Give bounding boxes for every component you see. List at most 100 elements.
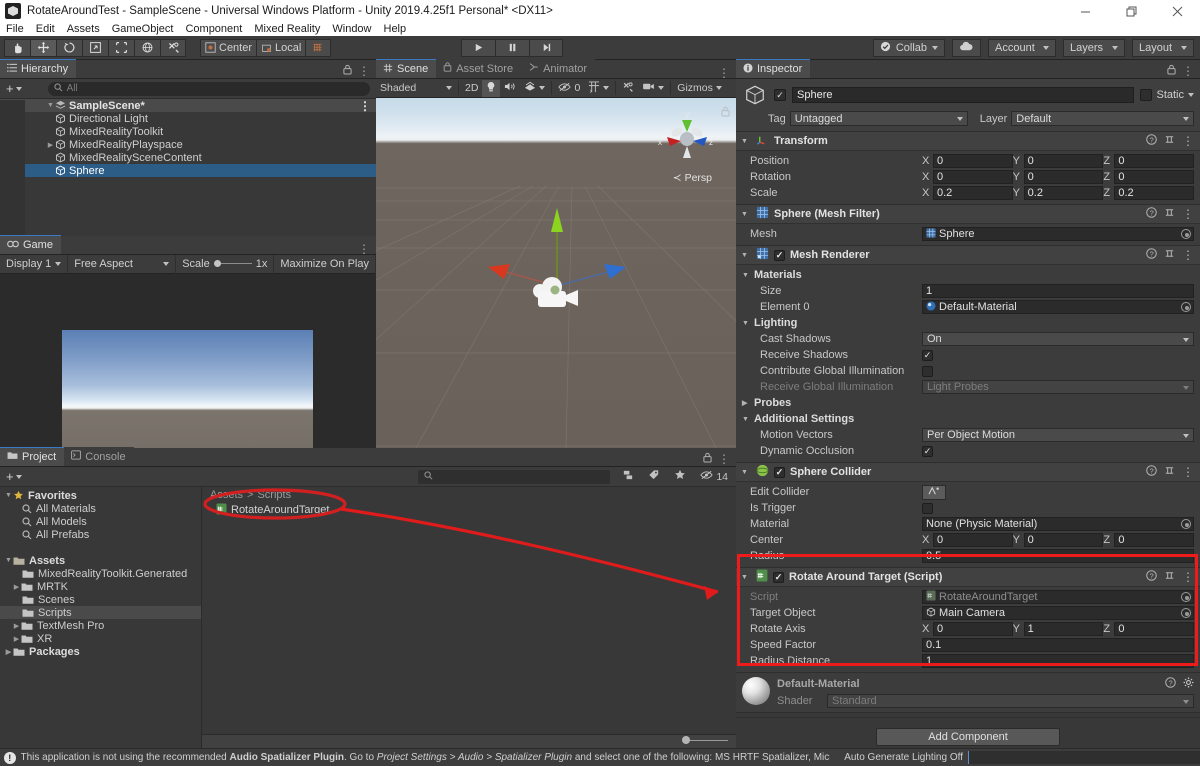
- materials-size-input[interactable]: 1: [922, 284, 1194, 298]
- chevron-down-icon[interactable]: ▼: [741, 252, 751, 259]
- position-y-input[interactable]: 0: [1023, 154, 1104, 168]
- account-button[interactable]: Account: [988, 38, 1056, 57]
- chevron-down-icon[interactable]: ▼: [742, 272, 752, 279]
- help-icon[interactable]: ?: [1146, 134, 1157, 148]
- scene-grid-visibility[interactable]: y: [584, 80, 613, 97]
- static-checkbox[interactable]: [1140, 89, 1153, 101]
- gizmos-button[interactable]: Gizmos: [673, 80, 726, 97]
- scene-camera-gizmo[interactable]: [528, 271, 588, 321]
- dynamic-occlusion-checkbox[interactable]: ✓: [922, 445, 933, 457]
- cast-shadows-dropdown[interactable]: On: [922, 332, 1194, 346]
- scene-context-menu-icon[interactable]: ⋮: [359, 100, 371, 112]
- project-asset-item[interactable]: RotateAroundTarget: [202, 502, 736, 518]
- object-picker-icon[interactable]: [1181, 519, 1191, 529]
- chevron-right-icon[interactable]: ▶: [742, 399, 752, 407]
- hierarchy-item-sphere[interactable]: Sphere: [0, 164, 376, 177]
- preset-icon[interactable]: [1164, 570, 1175, 584]
- center-z-input[interactable]: 0: [1114, 533, 1195, 547]
- scene-viewport[interactable]: y x z ≺ Persp: [376, 98, 736, 448]
- cloud-button[interactable]: [952, 38, 981, 57]
- grid-snapping-button[interactable]: [305, 38, 332, 57]
- project-tree-packages[interactable]: ▶ Packages: [0, 645, 201, 658]
- play-button[interactable]: [461, 38, 496, 57]
- gear-icon[interactable]: [1183, 677, 1194, 691]
- component-header[interactable]: ▼ ✓ Mesh Renderer ? ⋮: [736, 246, 1200, 265]
- is-trigger-checkbox[interactable]: [922, 502, 933, 514]
- preset-icon[interactable]: [1164, 134, 1175, 148]
- layout-button[interactable]: Layout: [1132, 38, 1194, 57]
- custom-tool-button[interactable]: [160, 38, 186, 57]
- maximize-button[interactable]: [1108, 0, 1154, 22]
- hierarchy-search-input[interactable]: All: [47, 81, 370, 96]
- breadcrumb-scripts[interactable]: Scripts: [257, 489, 291, 501]
- pivot-mode-button[interactable]: Center: [200, 38, 257, 57]
- project-tree-textmeshpro[interactable]: ▶ TextMesh Pro: [0, 619, 201, 632]
- material-object-field[interactable]: Default-Material: [922, 300, 1194, 314]
- project-menu-icon[interactable]: ⋮: [718, 453, 730, 465]
- scene-visibility-toggle[interactable]: 0: [554, 80, 584, 97]
- scene-fx-toggle[interactable]: [520, 80, 549, 97]
- inspector-lock-icon[interactable]: [1167, 64, 1176, 78]
- edit-collider-button[interactable]: [922, 484, 946, 500]
- tab-asset-store[interactable]: Asset Store: [436, 59, 522, 78]
- preset-icon[interactable]: [1164, 248, 1175, 262]
- breadcrumb-assets[interactable]: Assets: [210, 489, 243, 501]
- chevron-down-icon[interactable]: ▼: [46, 102, 55, 109]
- project-search-input[interactable]: [418, 469, 611, 484]
- scale-z-input[interactable]: 0.2: [1114, 186, 1195, 200]
- draw-mode-selector[interactable]: Shaded: [376, 80, 456, 97]
- additional-settings-foldout[interactable]: ▼ Additional Settings: [742, 411, 1194, 427]
- project-tree-assets[interactable]: ▼ Assets: [0, 554, 201, 567]
- pivot-rotation-button[interactable]: Local: [256, 38, 306, 57]
- move-tool-button[interactable]: [30, 38, 56, 57]
- game-menu-icon[interactable]: ⋮: [358, 243, 370, 255]
- gameobject-icon[interactable]: [742, 83, 768, 107]
- chevron-right-icon[interactable]: ▶: [46, 141, 55, 149]
- chevron-right-icon[interactable]: ▶: [12, 622, 21, 630]
- chevron-down-icon[interactable]: ▼: [4, 557, 13, 564]
- lock-icon[interactable]: [343, 64, 352, 78]
- rotate-axis-y-input[interactable]: 1: [1023, 622, 1104, 636]
- chevron-down-icon[interactable]: ▼: [741, 138, 751, 145]
- radius-distance-input[interactable]: 1: [922, 654, 1194, 668]
- tab-console[interactable]: Console: [64, 447, 134, 466]
- chevron-down-icon[interactable]: ▼: [4, 492, 13, 499]
- mesh-object-field[interactable]: Sphere: [922, 227, 1194, 241]
- object-picker-icon[interactable]: [1181, 302, 1191, 312]
- component-menu-icon[interactable]: ⋮: [1182, 571, 1194, 583]
- project-tree-all-prefabs[interactable]: All Prefabs: [0, 528, 201, 541]
- scale-x-input[interactable]: 0.2: [933, 186, 1013, 200]
- step-button[interactable]: [529, 38, 564, 57]
- scene-lighting-toggle[interactable]: [482, 79, 501, 97]
- script-enabled-checkbox[interactable]: ✓: [773, 571, 784, 583]
- zoom-slider-knob[interactable]: [682, 736, 690, 744]
- scene-projection-label[interactable]: ≺ Persp: [673, 172, 712, 184]
- materials-foldout[interactable]: ▼ Materials: [742, 267, 1194, 283]
- help-icon[interactable]: ?: [1146, 570, 1157, 584]
- scale-tool-button[interactable]: [82, 38, 108, 57]
- scene-tools-button[interactable]: [618, 80, 638, 97]
- project-tree-all-models[interactable]: All Models: [0, 515, 201, 528]
- menu-item-component[interactable]: Component: [179, 22, 248, 36]
- project-lock-icon[interactable]: [703, 452, 712, 466]
- hand-tool-button[interactable]: [4, 38, 30, 57]
- preset-icon[interactable]: [1164, 465, 1175, 479]
- rotation-x-input[interactable]: 0: [933, 170, 1013, 184]
- project-tree-mrtk[interactable]: ▶ MRTK: [0, 580, 201, 593]
- menu-item-assets[interactable]: Assets: [61, 22, 106, 36]
- target-object-field[interactable]: Main Camera: [922, 606, 1194, 620]
- help-icon[interactable]: ?: [1146, 248, 1157, 262]
- project-hidden-count[interactable]: 14: [696, 470, 732, 483]
- scale-y-input[interactable]: 0.2: [1023, 186, 1104, 200]
- menu-item-mixedreality[interactable]: Mixed Reality: [248, 22, 326, 36]
- create-gameobject-button[interactable]: +: [4, 81, 24, 96]
- lighting-foldout[interactable]: ▼ Lighting: [742, 315, 1194, 331]
- shader-dropdown[interactable]: Standard: [827, 694, 1194, 708]
- scene-camera-button[interactable]: [638, 80, 668, 97]
- transform-tool-button[interactable]: [134, 38, 160, 57]
- help-icon[interactable]: ?: [1146, 207, 1157, 221]
- component-menu-icon[interactable]: ⋮: [1182, 208, 1194, 220]
- position-z-input[interactable]: 0: [1114, 154, 1195, 168]
- inspector-menu-icon[interactable]: ⋮: [1182, 65, 1194, 77]
- chevron-down-icon[interactable]: ▼: [741, 469, 751, 476]
